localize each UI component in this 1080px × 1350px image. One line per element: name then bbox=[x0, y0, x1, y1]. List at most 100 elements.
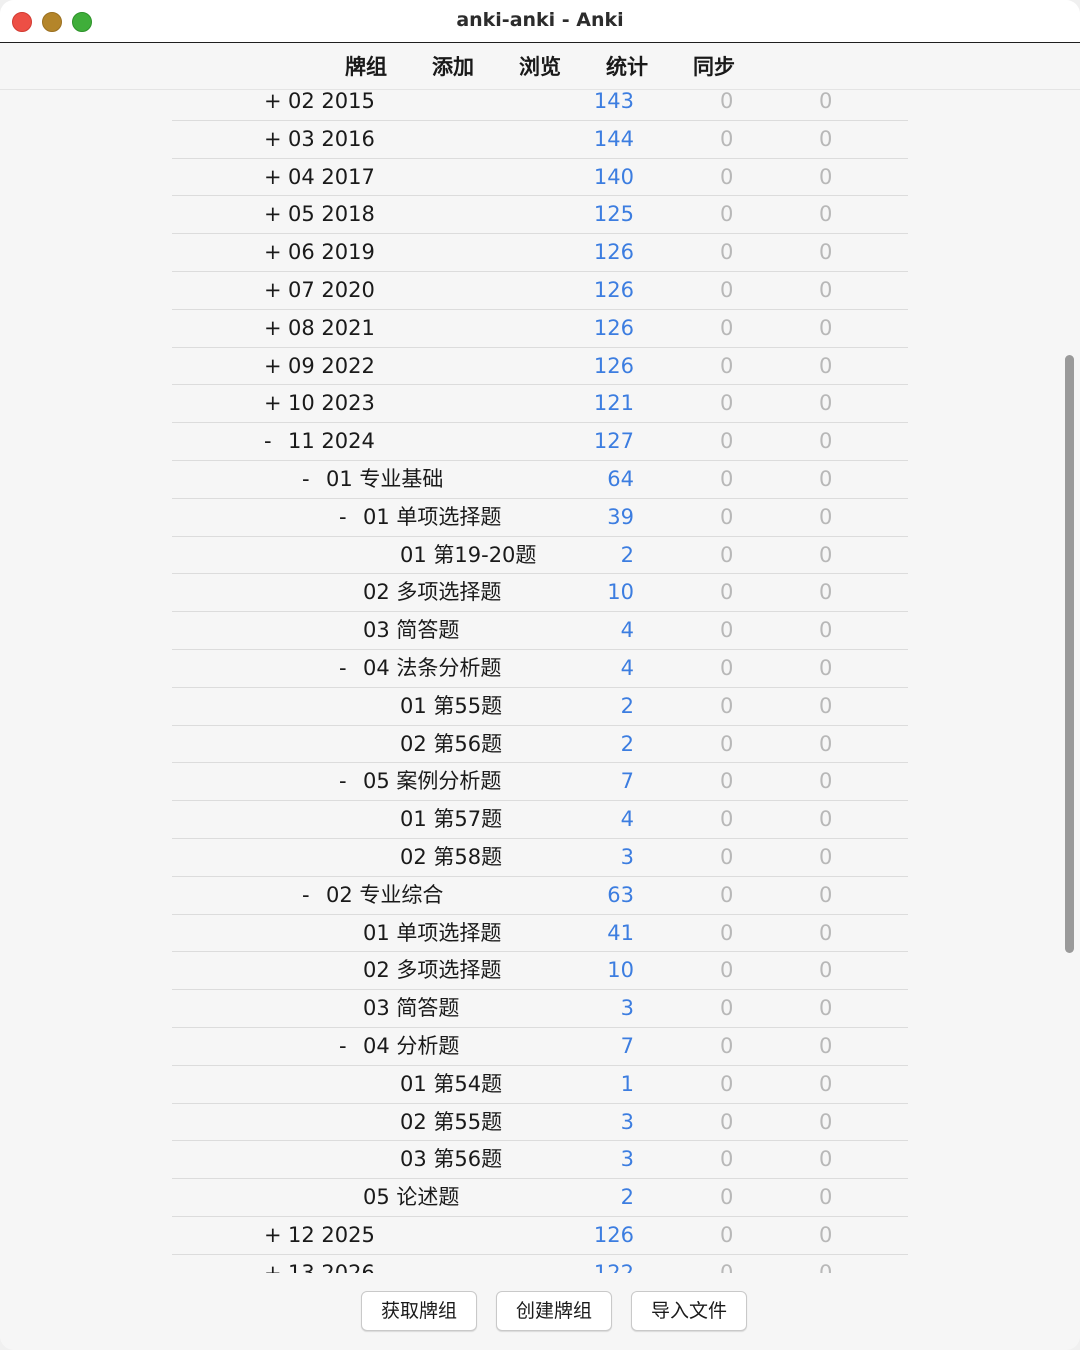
deck-name-cell: +08 2021 bbox=[264, 310, 375, 347]
due-count: 140 bbox=[593, 164, 634, 189]
deck-name-link[interactable]: 03 简答题 bbox=[363, 618, 459, 642]
deck-name-link[interactable]: 01 专业基础 bbox=[326, 467, 443, 491]
deck-name-link[interactable]: 02 第55题 bbox=[400, 1110, 502, 1134]
learn-count: 0 bbox=[819, 958, 833, 983]
deck-name-cell: -05 案例分析题 bbox=[339, 763, 501, 800]
due-count: 4 bbox=[620, 655, 634, 680]
deck-name-link[interactable]: 03 简答题 bbox=[363, 996, 459, 1020]
learn-count: 0 bbox=[819, 1147, 833, 1172]
deck-name-link[interactable]: 02 2015 bbox=[288, 89, 375, 113]
deck-name-link[interactable]: 05 案例分析题 bbox=[363, 769, 501, 793]
deck-name-link[interactable]: 07 2020 bbox=[288, 278, 375, 302]
new-count: 0 bbox=[720, 315, 734, 340]
expand-toggle[interactable]: + bbox=[264, 348, 288, 385]
expand-toggle[interactable]: + bbox=[264, 121, 288, 158]
learn-count: 0 bbox=[819, 693, 833, 718]
deck-name-cell: 03 第56题 bbox=[376, 1141, 502, 1178]
deck-name-link[interactable]: 06 2019 bbox=[288, 240, 375, 264]
expand-toggle[interactable]: + bbox=[264, 310, 288, 347]
deck-name-link[interactable]: 01 第57题 bbox=[400, 807, 502, 831]
deck-row: -11 2024 127 0 0 bbox=[172, 423, 908, 461]
expand-toggle[interactable]: + bbox=[264, 196, 288, 233]
deck-name-link[interactable]: 10 2023 bbox=[288, 391, 375, 415]
deck-name-link[interactable]: 13 2026 bbox=[288, 1261, 375, 1273]
due-count: 41 bbox=[607, 920, 634, 945]
expand-toggle[interactable]: + bbox=[264, 234, 288, 271]
learn-count: 0 bbox=[819, 769, 833, 794]
collapse-toggle[interactable]: - bbox=[339, 763, 363, 800]
deck-name-cell: -01 专业基础 bbox=[302, 461, 443, 498]
collapse-toggle[interactable]: - bbox=[339, 1028, 363, 1065]
due-count: 3 bbox=[620, 1147, 634, 1172]
deck-name-cell: -04 法条分析题 bbox=[339, 650, 501, 687]
get-shared-decks-button[interactable]: 获取牌组 bbox=[361, 1291, 477, 1331]
deck-row: 03 简答题 4 0 0 bbox=[172, 612, 908, 650]
deck-name-link[interactable]: 05 论述题 bbox=[363, 1185, 459, 1209]
expand-toggle[interactable]: + bbox=[264, 1255, 288, 1273]
expand-toggle[interactable]: + bbox=[264, 159, 288, 196]
new-count: 0 bbox=[720, 693, 734, 718]
vertical-scrollbar[interactable] bbox=[1065, 355, 1074, 953]
collapse-toggle[interactable]: - bbox=[339, 499, 363, 536]
deck-list: +02 2015 143 0 0 +03 2016 144 0 0 +04 2017 140 0 0 +… bbox=[172, 89, 908, 1273]
import-file-button[interactable]: 导入文件 bbox=[631, 1291, 747, 1331]
create-deck-button[interactable]: 创建牌组 bbox=[496, 1291, 612, 1331]
learn-count: 0 bbox=[819, 655, 833, 680]
deck-name-link[interactable]: 03 第56题 bbox=[400, 1147, 502, 1171]
deck-name-link[interactable]: 04 2017 bbox=[288, 165, 375, 189]
deck-row: 01 第57题 4 0 0 bbox=[172, 801, 908, 839]
deck-row: 01 第55题 2 0 0 bbox=[172, 688, 908, 726]
due-count: 122 bbox=[593, 1260, 634, 1273]
deck-name-link[interactable]: 12 2025 bbox=[288, 1223, 375, 1247]
due-count: 7 bbox=[620, 1033, 634, 1058]
expand-toggle[interactable]: + bbox=[264, 1217, 288, 1254]
toolbar-browse[interactable]: 浏览 bbox=[497, 51, 584, 81]
deck-row: -01 单项选择题 39 0 0 bbox=[172, 499, 908, 537]
expand-toggle[interactable]: + bbox=[264, 89, 288, 120]
deck-name-link[interactable]: 02 第56题 bbox=[400, 732, 502, 756]
new-count: 0 bbox=[720, 958, 734, 983]
deck-name-link[interactable]: 04 法条分析题 bbox=[363, 656, 501, 680]
new-count: 0 bbox=[720, 1185, 734, 1210]
deck-name-link[interactable]: 01 第55题 bbox=[400, 694, 502, 718]
deck-name-link[interactable]: 03 2016 bbox=[288, 127, 375, 151]
learn-count: 0 bbox=[819, 1222, 833, 1247]
deck-name-link[interactable]: 02 专业综合 bbox=[326, 883, 443, 907]
deck-name-link[interactable]: 08 2021 bbox=[288, 316, 375, 340]
deck-name-link[interactable]: 02 多项选择题 bbox=[363, 958, 501, 982]
deck-name-link[interactable]: 02 多项选择题 bbox=[363, 580, 501, 604]
deck-name-link[interactable]: 01 单项选择题 bbox=[363, 921, 501, 945]
deck-name-link[interactable]: 04 分析题 bbox=[363, 1034, 459, 1058]
new-count: 0 bbox=[720, 580, 734, 605]
deck-name-link[interactable]: 09 2022 bbox=[288, 354, 375, 378]
collapse-toggle[interactable]: - bbox=[302, 461, 326, 498]
deck-name-link[interactable]: 01 第54题 bbox=[400, 1072, 502, 1096]
toolbar-decks[interactable]: 牌组 bbox=[323, 51, 410, 81]
deck-row: -05 案例分析题 7 0 0 bbox=[172, 763, 908, 802]
learn-count: 0 bbox=[819, 580, 833, 605]
toolbar-stats[interactable]: 统计 bbox=[584, 51, 671, 81]
collapse-toggle[interactable]: - bbox=[302, 877, 326, 914]
due-count: 64 bbox=[607, 466, 634, 491]
deck-name-link[interactable]: 01 单项选择题 bbox=[363, 505, 501, 529]
deck-row: +08 2021 126 0 0 bbox=[172, 310, 908, 348]
deck-name-link[interactable]: 05 2018 bbox=[288, 202, 375, 226]
deck-name-link[interactable]: 02 第58题 bbox=[400, 845, 502, 869]
expand-toggle[interactable]: + bbox=[264, 272, 288, 309]
deck-name-cell: +12 2025 bbox=[264, 1217, 375, 1254]
due-count: 3 bbox=[620, 844, 634, 869]
deck-name-link[interactable]: 11 2024 bbox=[288, 429, 375, 453]
toolbar-add[interactable]: 添加 bbox=[410, 51, 497, 81]
deck-row: 02 多项选择题 10 0 0 bbox=[172, 574, 908, 613]
collapse-toggle[interactable]: - bbox=[339, 650, 363, 687]
toolbar-sync[interactable]: 同步 bbox=[671, 51, 758, 81]
due-count: 39 bbox=[607, 504, 634, 529]
expand-toggle[interactable]: + bbox=[264, 385, 288, 422]
deck-name-link[interactable]: 01 第19-20题 bbox=[400, 543, 536, 567]
learn-count: 0 bbox=[819, 391, 833, 416]
deck-name-cell: +05 2018 bbox=[264, 196, 375, 233]
window-title: anki-anki - Anki bbox=[456, 9, 624, 31]
collapse-toggle[interactable]: - bbox=[264, 423, 288, 460]
learn-count: 0 bbox=[819, 996, 833, 1021]
new-count: 0 bbox=[720, 1222, 734, 1247]
